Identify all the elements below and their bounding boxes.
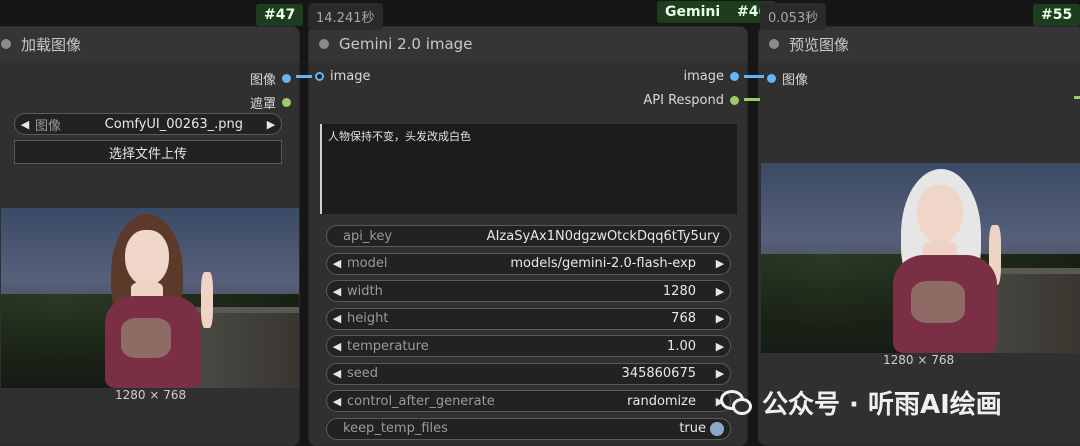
widget-label: 图像 xyxy=(35,118,62,134)
socket-dot-icon[interactable] xyxy=(315,72,324,81)
widget-label: model xyxy=(347,256,388,271)
watermark-text: 公众号 · 听雨AI绘画 xyxy=(762,390,1002,420)
widget-label: width xyxy=(347,283,383,299)
execution-time: 0.053秒 xyxy=(760,3,827,30)
node-title-bar[interactable]: 预览图像 xyxy=(759,27,1080,61)
node-title-bar[interactable]: Gemini 2.0 image xyxy=(309,27,747,61)
image-size-label: 1280 × 768 xyxy=(883,353,955,367)
arrow-right-icon[interactable]: ▶ xyxy=(710,367,730,380)
toggle-icon[interactable] xyxy=(710,421,724,436)
node-type-tag: Gemini #46 xyxy=(657,1,777,23)
widget-value: 768 xyxy=(671,311,696,326)
gemini-image-node[interactable]: Gemini 2.0 image image image API Respond… xyxy=(308,26,748,446)
widget-label: temperature xyxy=(347,338,429,354)
socket-dot-icon[interactable] xyxy=(282,74,291,83)
node-title-bar[interactable]: 加载图像 xyxy=(0,27,299,61)
input-image[interactable]: 图像 xyxy=(767,69,808,88)
input-label: 图像 xyxy=(782,73,809,88)
widget-seed[interactable]: ◀ seed 345860675 ▶ xyxy=(326,362,731,385)
wechat-icon xyxy=(720,388,754,418)
widget-label: control_after_generate xyxy=(347,393,495,409)
execution-time: 14.241秒 xyxy=(308,3,383,30)
arrow-left-icon[interactable]: ◀ xyxy=(327,367,347,380)
node-body: 图像 遮罩 ◀ 图像 ComfyUI_00263_.png ▶ 选择文件上传 1… xyxy=(0,61,299,445)
node-body: image image API Respond 人物保持不变，头发改成白色 ap… xyxy=(309,61,747,445)
widget-value: true xyxy=(679,421,706,436)
node-title: 预览图像 xyxy=(789,35,850,54)
widget-keep-temp-files[interactable]: keep_temp_files true xyxy=(326,417,731,440)
node-id-badge: #47 xyxy=(256,4,304,26)
widget-value: 1.00 xyxy=(667,338,696,354)
widget-value: 345860675 xyxy=(621,366,696,381)
upload-label: 选择文件上传 xyxy=(108,146,187,162)
widget-value: 1280 xyxy=(662,283,696,299)
output-label: image xyxy=(683,69,725,84)
type-tag-label: Gemini xyxy=(665,4,721,20)
output-label: 图像 xyxy=(249,73,276,88)
collapse-dot-icon[interactable] xyxy=(769,39,779,49)
widget-model[interactable]: ◀ model models/gemini-2.0-flash-exp ▶ xyxy=(326,252,731,275)
arrow-right-icon[interactable]: ▶ xyxy=(710,285,730,298)
arrow-left-icon[interactable]: ◀ xyxy=(15,118,35,131)
workflow-canvas[interactable]: 加载图像 图像 遮罩 ◀ 图像 ComfyUI_00263_.png ▶ 选择文… xyxy=(0,0,1080,446)
upload-file-button[interactable]: 选择文件上传 xyxy=(14,140,282,164)
input-image-preview xyxy=(1,208,299,388)
prompt-textarea[interactable]: 人物保持不变，头发改成白色 xyxy=(320,124,737,214)
widget-label: api_key xyxy=(343,228,393,244)
widget-control-after-generate[interactable]: ◀ control_after_generate randomize ▶ xyxy=(326,390,731,412)
input-label: image xyxy=(330,69,371,84)
image-size-label: 1280 × 768 xyxy=(115,388,187,402)
output-image[interactable]: 图像 xyxy=(250,69,291,88)
socket-dot-icon[interactable] xyxy=(767,74,776,83)
widget-label: keep_temp_files xyxy=(343,421,448,436)
collapse-dot-icon[interactable] xyxy=(1,39,11,49)
arrow-right-icon[interactable]: ▶ xyxy=(710,340,730,353)
widget-height[interactable]: ◀ height 768 ▶ xyxy=(326,307,731,330)
node-title: Gemini 2.0 image xyxy=(339,35,473,53)
arrow-right-icon[interactable]: ▶ xyxy=(710,312,730,325)
widget-value: ComfyUI_00263_.png xyxy=(104,116,243,132)
link-image-wire[interactable] xyxy=(744,75,764,78)
watermark: 公众号 · 听雨AI绘画 xyxy=(720,384,1002,421)
socket-dot-icon[interactable] xyxy=(730,96,739,105)
collapse-dot-icon[interactable] xyxy=(319,39,329,49)
input-image[interactable]: image xyxy=(315,69,371,84)
widget-label: seed xyxy=(347,366,379,381)
output-api-respond[interactable]: API Respond xyxy=(643,93,739,108)
link-image-wire[interactable] xyxy=(296,75,312,78)
arrow-right-icon[interactable]: ▶ xyxy=(261,118,281,131)
socket-dot-icon[interactable] xyxy=(730,72,739,81)
node-title: 加载图像 xyxy=(21,35,82,54)
preview-image-node[interactable]: 预览图像 图像 1280 × 768 xyxy=(758,26,1080,446)
output-image-preview xyxy=(761,163,1080,353)
link-api-wire[interactable] xyxy=(744,98,760,101)
load-image-node[interactable]: 加载图像 图像 遮罩 ◀ 图像 ComfyUI_00263_.png ▶ 选择文… xyxy=(0,26,300,446)
output-label: API Respond xyxy=(643,93,724,108)
widget-temperature[interactable]: ◀ temperature 1.00 ▶ xyxy=(326,335,731,357)
widget-value: models/gemini-2.0-flash-exp xyxy=(510,256,696,271)
arrow-right-icon[interactable]: ▶ xyxy=(710,257,730,270)
widget-label: height xyxy=(347,311,389,326)
widget-value: randomize xyxy=(627,393,696,409)
image-file-selector[interactable]: ◀ 图像 ComfyUI_00263_.png ▶ xyxy=(14,113,282,135)
node-id-badge: #55 xyxy=(1033,4,1080,26)
arrow-left-icon[interactable]: ◀ xyxy=(327,257,347,270)
link-api-wire[interactable] xyxy=(1074,96,1080,99)
arrow-left-icon[interactable]: ◀ xyxy=(327,285,347,298)
arrow-left-icon[interactable]: ◀ xyxy=(327,395,347,408)
widget-value: AIzaSyAx1N0dgzwOtckDqq6tTy5ury xyxy=(486,228,720,244)
arrow-left-icon[interactable]: ◀ xyxy=(327,312,347,325)
socket-dot-icon[interactable] xyxy=(282,98,291,107)
arrow-left-icon[interactable]: ◀ xyxy=(327,340,347,353)
output-mask[interactable]: 遮罩 xyxy=(250,93,291,112)
output-image[interactable]: image xyxy=(683,69,739,84)
widget-width[interactable]: ◀ width 1280 ▶ xyxy=(326,280,731,302)
widget-api-key[interactable]: api_key AIzaSyAx1N0dgzwOtckDqq6tTy5ury xyxy=(326,225,731,247)
output-label: 遮罩 xyxy=(249,97,276,112)
